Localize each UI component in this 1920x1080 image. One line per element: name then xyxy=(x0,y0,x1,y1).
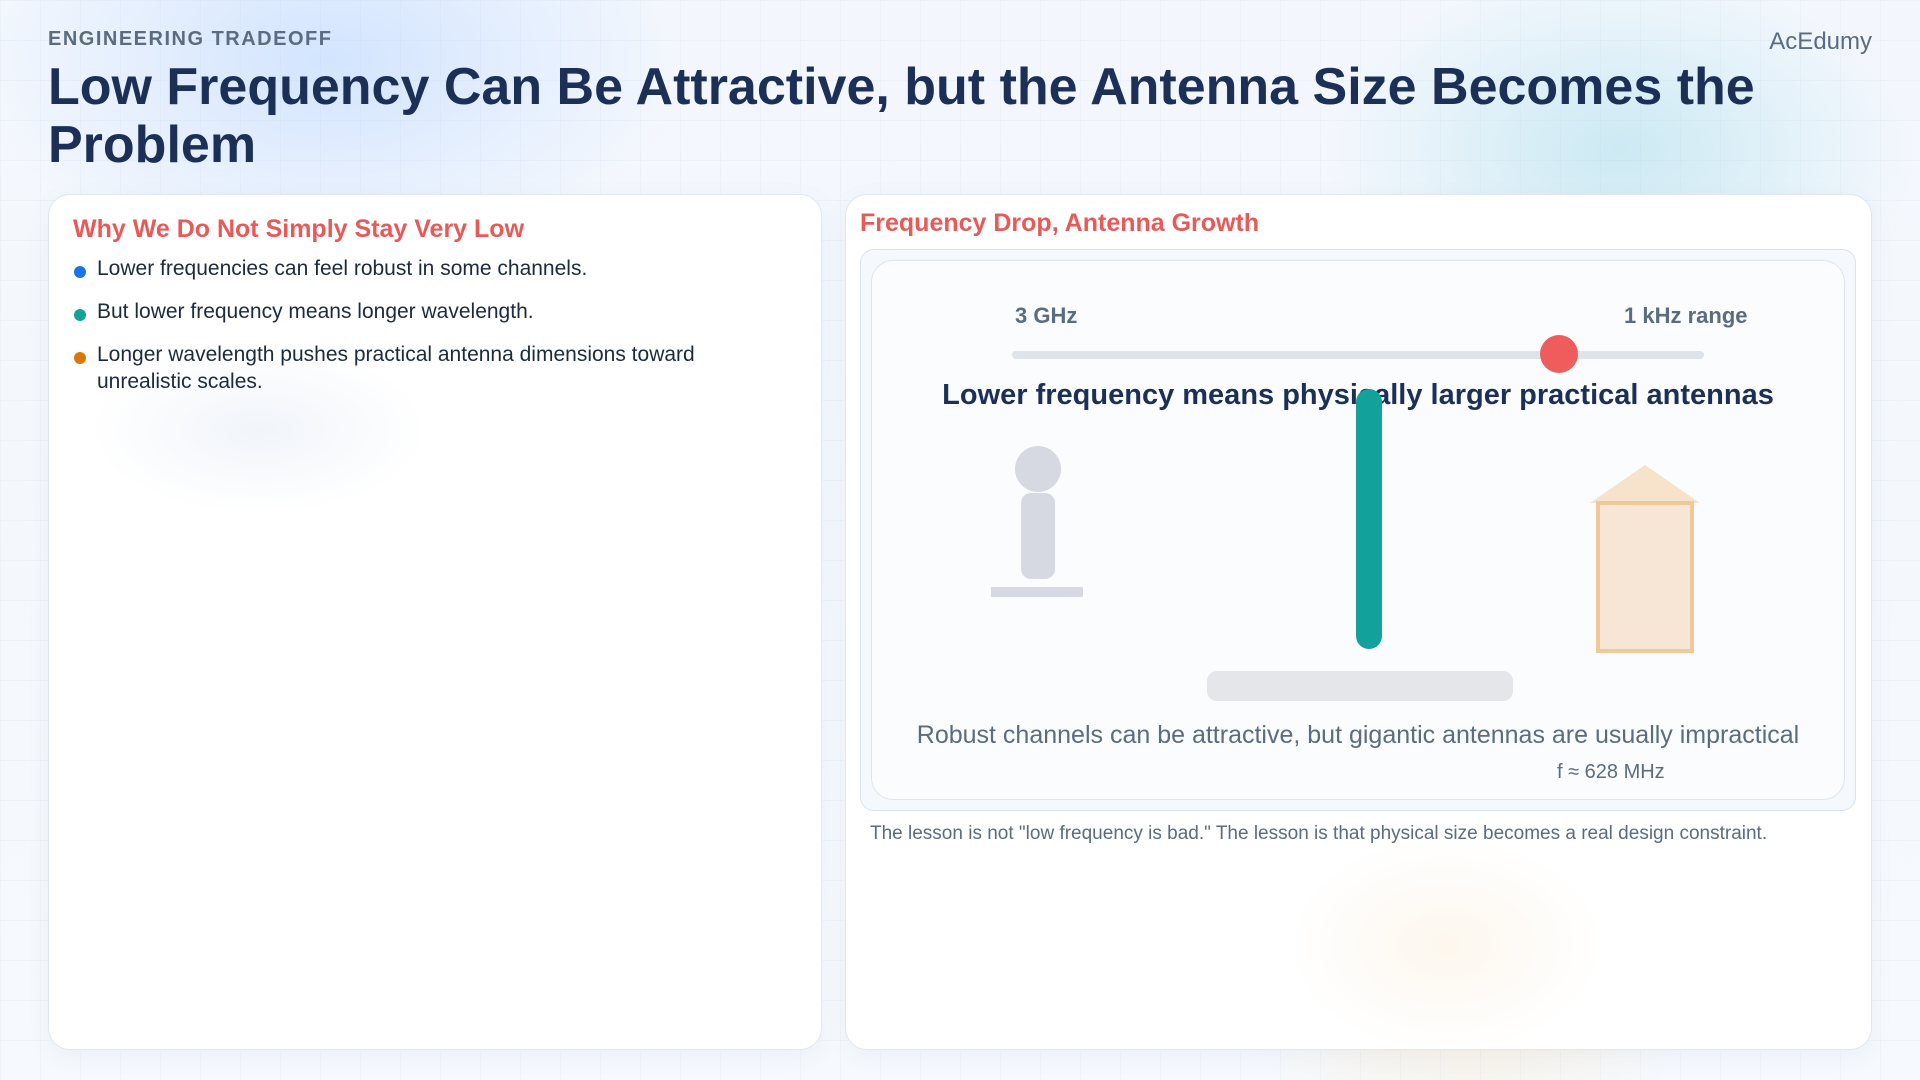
ground-line xyxy=(991,587,1083,597)
tradeoff-note: Robust channels can be attractive, but g… xyxy=(916,721,1800,749)
bullet-dot-icon xyxy=(74,266,86,278)
reasons-heading: Why We Do Not Simply Stay Very Low xyxy=(73,215,525,243)
antenna-base xyxy=(1207,671,1513,701)
reasons-panel: Why We Do Not Simply Stay Very Low Lower… xyxy=(48,194,822,1050)
visualization-heading: Frequency Drop, Antenna Growth xyxy=(860,209,1260,237)
list-item: Lower frequencies can feel robust in som… xyxy=(73,255,793,282)
person-body-icon xyxy=(1021,493,1055,579)
bullet-dot-icon xyxy=(74,352,86,364)
frequency-slider-handle[interactable] xyxy=(1539,335,1578,373)
lesson-text: The lesson is not "low frequency is bad.… xyxy=(870,823,1768,844)
visualization-panel: Frequency Drop, Antenna Growth 3 GHz 1 k… xyxy=(845,194,1872,1050)
bullet-dot-icon xyxy=(74,309,86,321)
bullet-text: Longer wavelength pushes practical anten… xyxy=(97,343,695,393)
bullet-text: Lower frequencies can feel robust in som… xyxy=(97,257,588,280)
frequency-readout: f ≈ 628 MHz xyxy=(1557,761,1665,783)
reasons-list: Lower frequencies can feel robust in som… xyxy=(73,255,793,411)
antenna-bar xyxy=(1356,389,1382,649)
slide-title: Low Frequency Can Be Attractive, but the… xyxy=(48,58,1755,174)
person-head-icon xyxy=(1015,446,1061,492)
list-item: But lower frequency means longer wavelen… xyxy=(73,298,793,325)
list-item: Longer wavelength pushes practical anten… xyxy=(73,341,793,395)
section-eyebrow: ENGINEERING TRADEOFF xyxy=(48,28,333,50)
visualization-canvas: 3 GHz 1 kHz range Lower frequency means … xyxy=(871,260,1845,800)
slider-max-label: 1 kHz range xyxy=(1624,303,1748,328)
bullet-text: But lower frequency means longer wavelen… xyxy=(97,300,534,323)
slider-min-label: 3 GHz xyxy=(1015,303,1078,328)
visualization-frame: 3 GHz 1 kHz range Lower frequency means … xyxy=(860,249,1856,811)
brand-logo-text: AcEdumy xyxy=(1769,28,1872,55)
frequency-slider-track[interactable] xyxy=(1012,351,1704,359)
house-icon xyxy=(1590,465,1700,653)
